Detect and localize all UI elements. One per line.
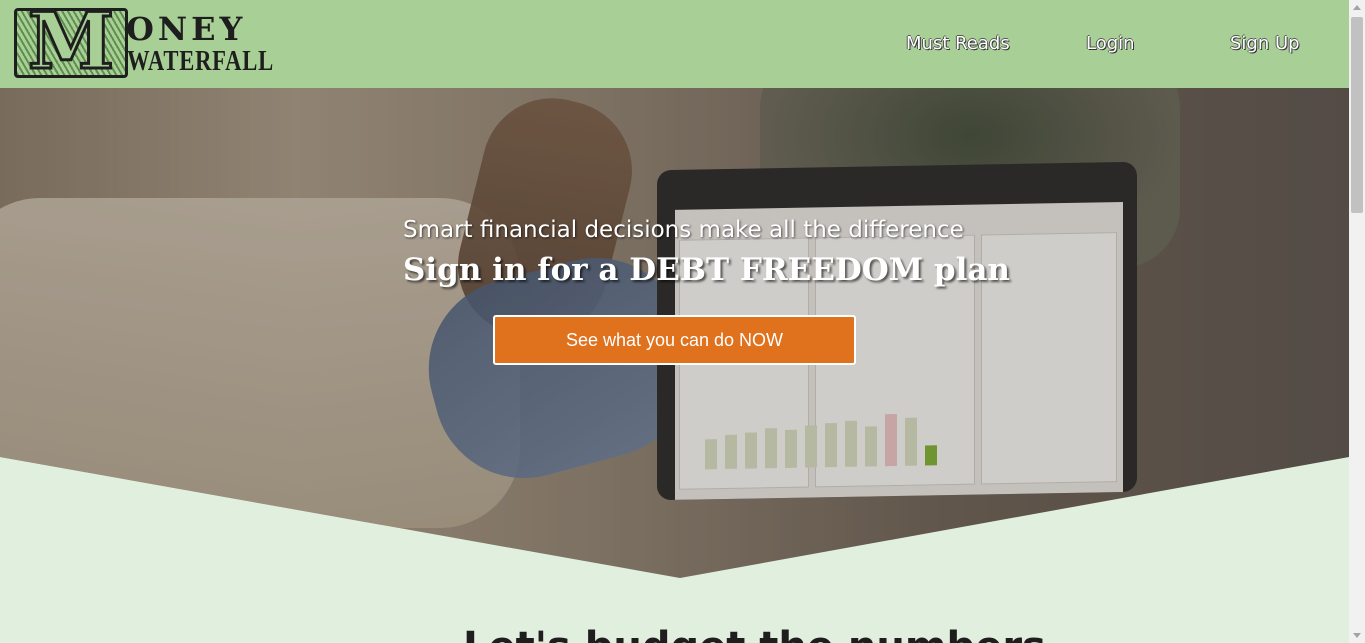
see-what-you-can-do-button[interactable]: See what you can do NOW: [493, 315, 856, 365]
hero-headline: Sign in for a DEBT FREEDOM plan: [403, 252, 1010, 288]
site-header: M ONEY WATERFALL Must Reads Login Sign U…: [0, 0, 1349, 88]
logo-line-2: WATERFALL: [127, 45, 274, 77]
nav-sign-up[interactable]: Sign Up: [1230, 33, 1300, 54]
scrollbar-thumb[interactable]: [1351, 17, 1363, 213]
hero-tagline: Smart financial decisions make all the d…: [403, 217, 964, 243]
section-heading: Let's budget the numbers: [463, 624, 1046, 643]
scroll-up-arrow-icon[interactable]: [1353, 5, 1361, 10]
nav-login[interactable]: Login: [1086, 33, 1135, 54]
logo-m-mark: M: [14, 1, 128, 82]
nav-must-reads[interactable]: Must Reads: [906, 33, 1010, 54]
money-waterfall-logo[interactable]: M ONEY WATERFALL: [14, 1, 273, 82]
scroll-down-arrow-icon[interactable]: [1353, 633, 1361, 638]
logo-letter: M: [26, 0, 115, 87]
logo-line-1: ONEY: [126, 10, 247, 48]
